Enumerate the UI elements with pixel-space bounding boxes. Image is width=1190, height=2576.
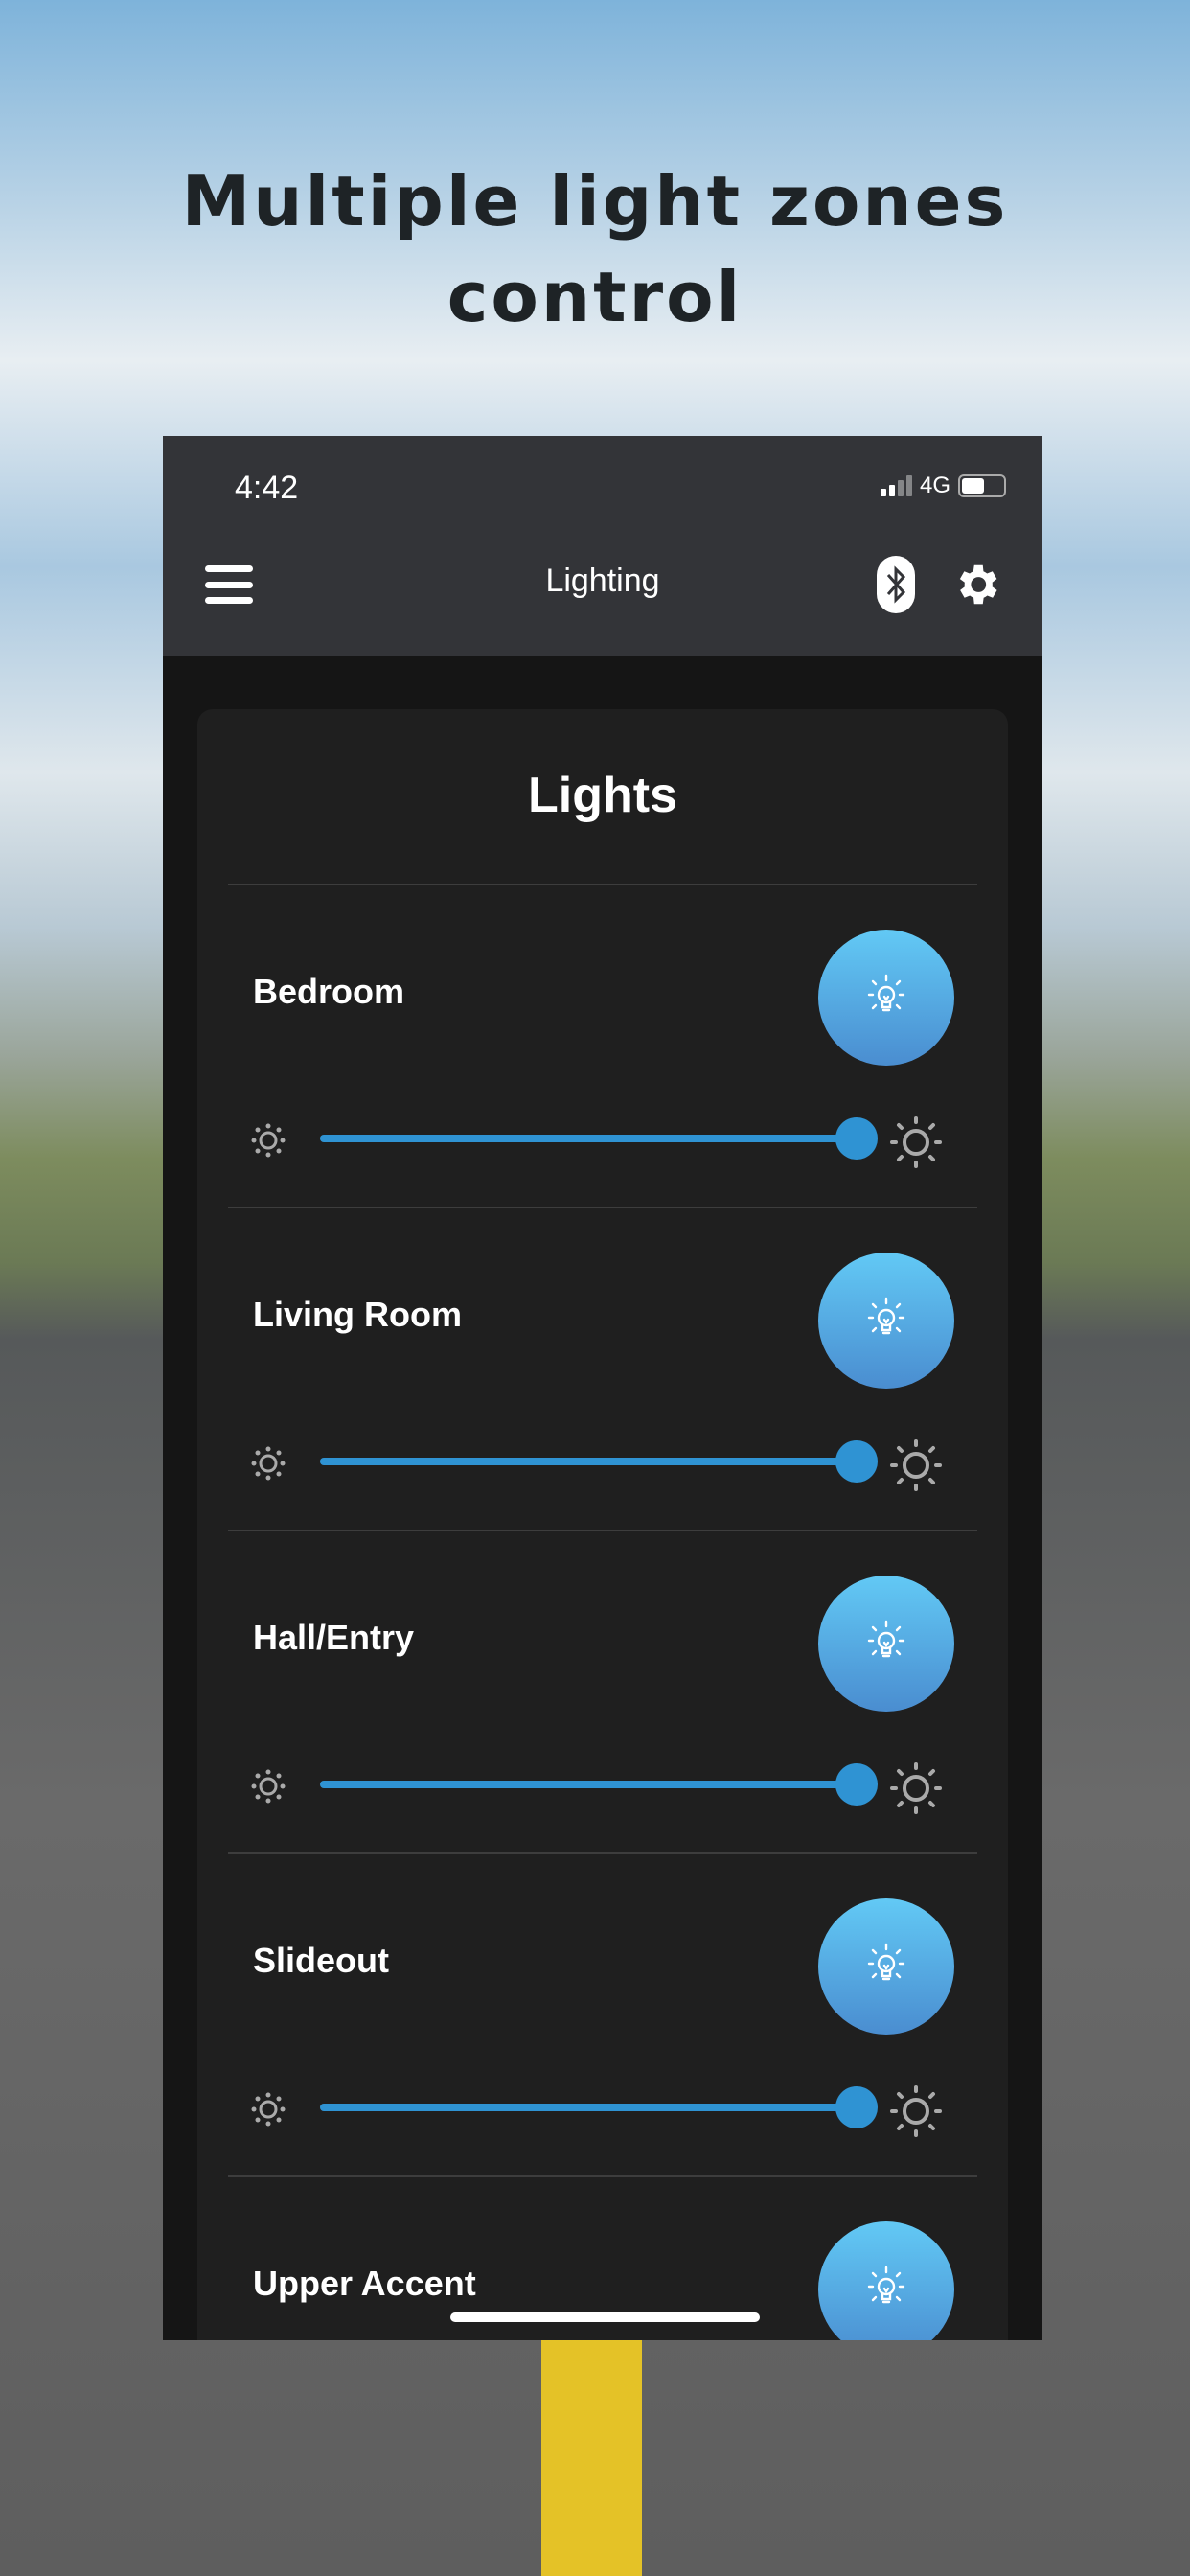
lights-card: Lights Bedroom Living Room Hall/Entry Sl… bbox=[197, 709, 1008, 2340]
slider-thumb[interactable] bbox=[835, 2086, 878, 2128]
zone-row: Slideout bbox=[228, 1852, 977, 2175]
zone-toggle-button[interactable] bbox=[818, 1576, 954, 1712]
network-label: 4G bbox=[919, 472, 950, 498]
signal-icon bbox=[880, 475, 912, 496]
lightbulb-icon bbox=[867, 974, 905, 1012]
status-time: 4:42 bbox=[235, 470, 299, 506]
brightness-slider[interactable] bbox=[320, 2086, 878, 2128]
slider-fill bbox=[320, 1135, 857, 1142]
brightness-slider[interactable] bbox=[320, 1763, 878, 1806]
zone-label: Bedroom bbox=[253, 972, 405, 1011]
phone-screen: 4:42 4G Lighting Lights Bedroom Living R… bbox=[163, 436, 1042, 2340]
dim-sun-icon bbox=[251, 1446, 286, 1481]
zone-row: Living Room bbox=[228, 1207, 977, 1530]
zone-row: Hall/Entry bbox=[228, 1530, 977, 1852]
card-title: Lights bbox=[528, 768, 677, 823]
slider-thumb[interactable] bbox=[835, 1440, 878, 1483]
brightness-slider[interactable] bbox=[320, 1117, 878, 1160]
zone-label: Slideout bbox=[253, 1941, 389, 1980]
lightbulb-icon bbox=[867, 1943, 905, 1981]
dim-sun-icon bbox=[251, 1769, 286, 1804]
zone-toggle-button[interactable] bbox=[818, 2221, 954, 2340]
zone-toggle-button[interactable] bbox=[818, 930, 954, 1066]
slider-fill bbox=[320, 1458, 857, 1465]
gear-icon[interactable] bbox=[950, 559, 1002, 610]
dim-sun-icon bbox=[251, 2092, 286, 2127]
headline-line1: Multiple light zones bbox=[181, 161, 1009, 242]
bright-sun-icon bbox=[890, 1762, 942, 1814]
battery-icon bbox=[958, 474, 1006, 497]
zone-label: Living Room bbox=[253, 1295, 462, 1334]
bright-sun-icon bbox=[890, 1116, 942, 1168]
status-icons: 4G bbox=[880, 472, 1006, 499]
slider-fill bbox=[320, 2104, 857, 2111]
zone-label: Upper Accent bbox=[253, 2264, 476, 2303]
bright-sun-icon bbox=[890, 2085, 942, 2137]
top-bar: 4:42 4G Lighting bbox=[163, 436, 1042, 656]
bright-sun-icon bbox=[890, 1439, 942, 1491]
home-indicator[interactable] bbox=[450, 2312, 760, 2322]
dim-sun-icon bbox=[251, 1123, 286, 1158]
lightbulb-icon bbox=[867, 1620, 905, 1658]
lightbulb-icon bbox=[867, 1297, 905, 1335]
lightbulb-icon bbox=[867, 2266, 905, 2304]
brightness-slider[interactable] bbox=[320, 1440, 878, 1483]
slider-thumb[interactable] bbox=[835, 1763, 878, 1806]
headline-line2: control bbox=[446, 257, 744, 337]
zone-label: Hall/Entry bbox=[253, 1618, 415, 1657]
headline: Multiple light zones control bbox=[0, 153, 1190, 345]
slider-thumb[interactable] bbox=[835, 1117, 878, 1160]
slider-fill bbox=[320, 1781, 857, 1788]
road-center-line bbox=[541, 2340, 642, 2576]
zone-toggle-button[interactable] bbox=[818, 1253, 954, 1389]
zone-row: Bedroom bbox=[228, 884, 977, 1207]
bluetooth-icon[interactable] bbox=[877, 556, 915, 613]
zone-toggle-button[interactable] bbox=[818, 1898, 954, 2035]
